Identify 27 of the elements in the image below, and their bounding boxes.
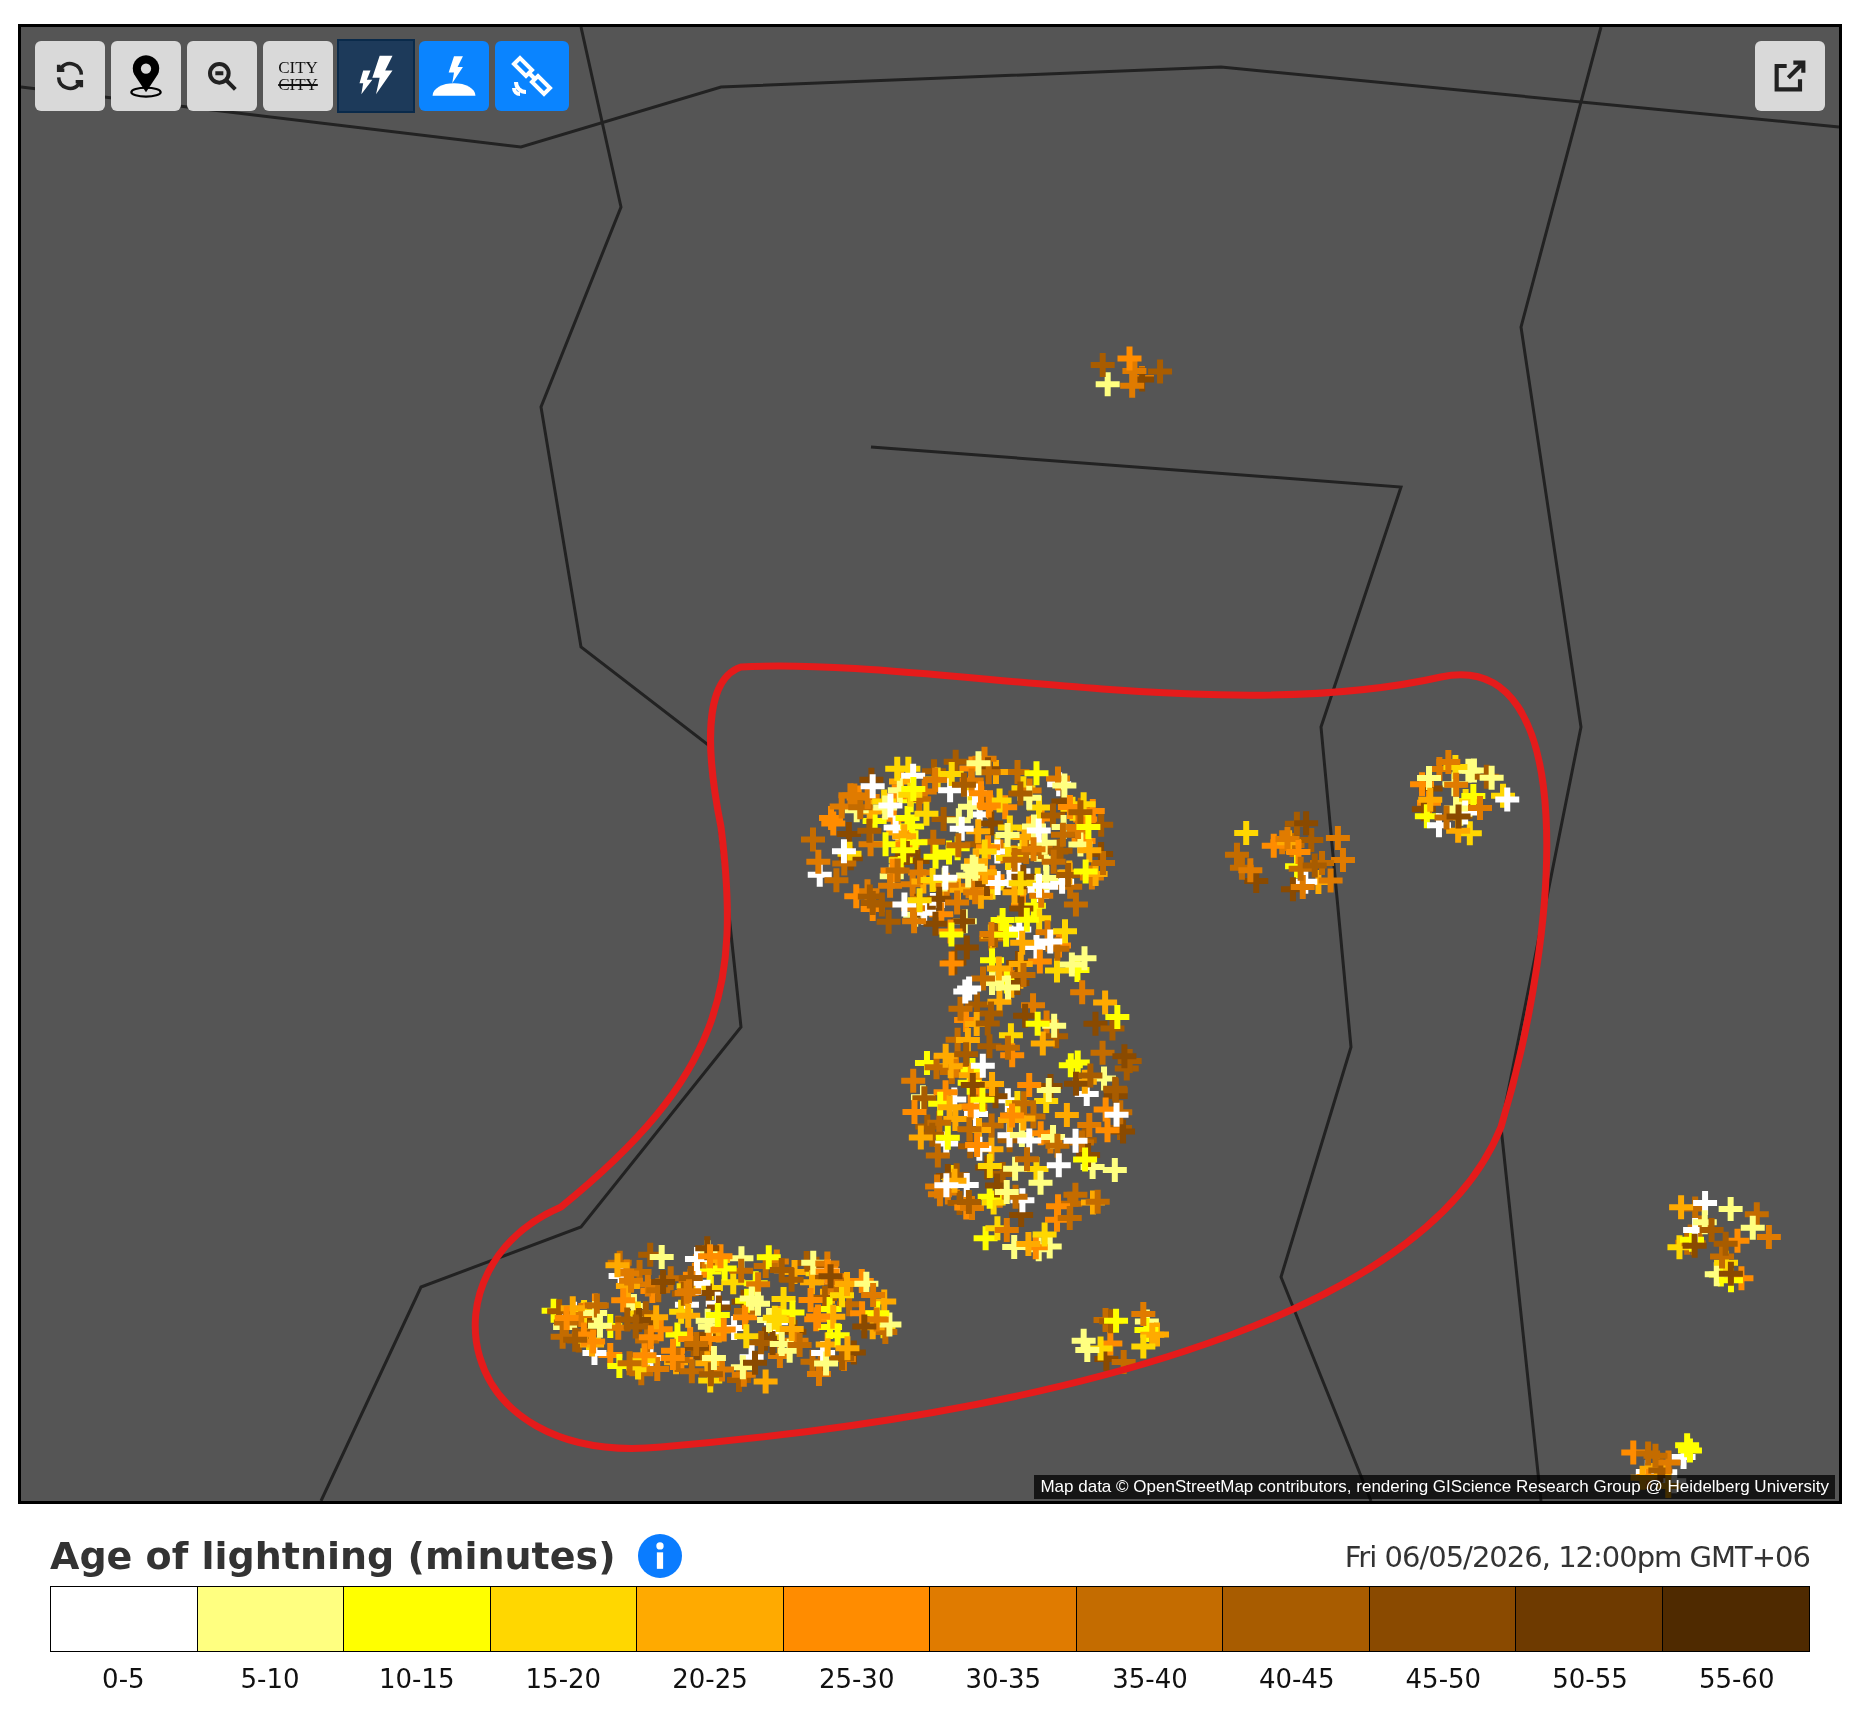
refresh-button[interactable] xyxy=(35,41,105,111)
zoom-out-button[interactable] xyxy=(187,41,257,111)
scale-label: 40-45 xyxy=(1257,1664,1336,1694)
scale-label: 15-20 xyxy=(524,1664,603,1694)
legend-title: Age of lightning (minutes) xyxy=(50,1534,616,1578)
ground-strike-button[interactable] xyxy=(419,41,489,111)
scale-label: 35-40 xyxy=(1111,1664,1189,1694)
satellite-button[interactable] xyxy=(495,41,569,111)
scale-label: 20-25 xyxy=(671,1664,749,1694)
location-pin-icon xyxy=(128,54,164,98)
scale-label: 45-50 xyxy=(1404,1664,1483,1694)
city-labels-toggle[interactable]: CITY CITY xyxy=(263,41,333,111)
share-button[interactable] xyxy=(1755,41,1825,111)
timestamp: Fri 06/05/2026, 12:00pm GMT+06 xyxy=(1344,1540,1810,1574)
scale-label: 50-55 xyxy=(1551,1664,1629,1694)
zoom-out-icon xyxy=(206,60,238,92)
map-attribution: Map data © OpenStreetMap contributors, rendering GIScience Research Group @ Heidelberg University xyxy=(1034,1475,1835,1499)
scale-label: 55-60 xyxy=(1697,1664,1776,1694)
scale-label: 0-5 xyxy=(101,1664,146,1694)
map-view[interactable]: CITY CITY Map data © OpenStreetMap contributors, rendering GIScience Research Group @ Heidelberg University xyxy=(18,24,1842,1504)
scale-label: 5-10 xyxy=(239,1664,301,1694)
scale-label: 25-30 xyxy=(817,1664,896,1694)
locate-button[interactable] xyxy=(111,41,181,111)
scale-label: 10-15 xyxy=(377,1664,456,1694)
scale-label: 30-35 xyxy=(964,1664,1043,1694)
info-icon[interactable] xyxy=(637,1534,682,1578)
strikes-button[interactable] xyxy=(339,41,413,111)
